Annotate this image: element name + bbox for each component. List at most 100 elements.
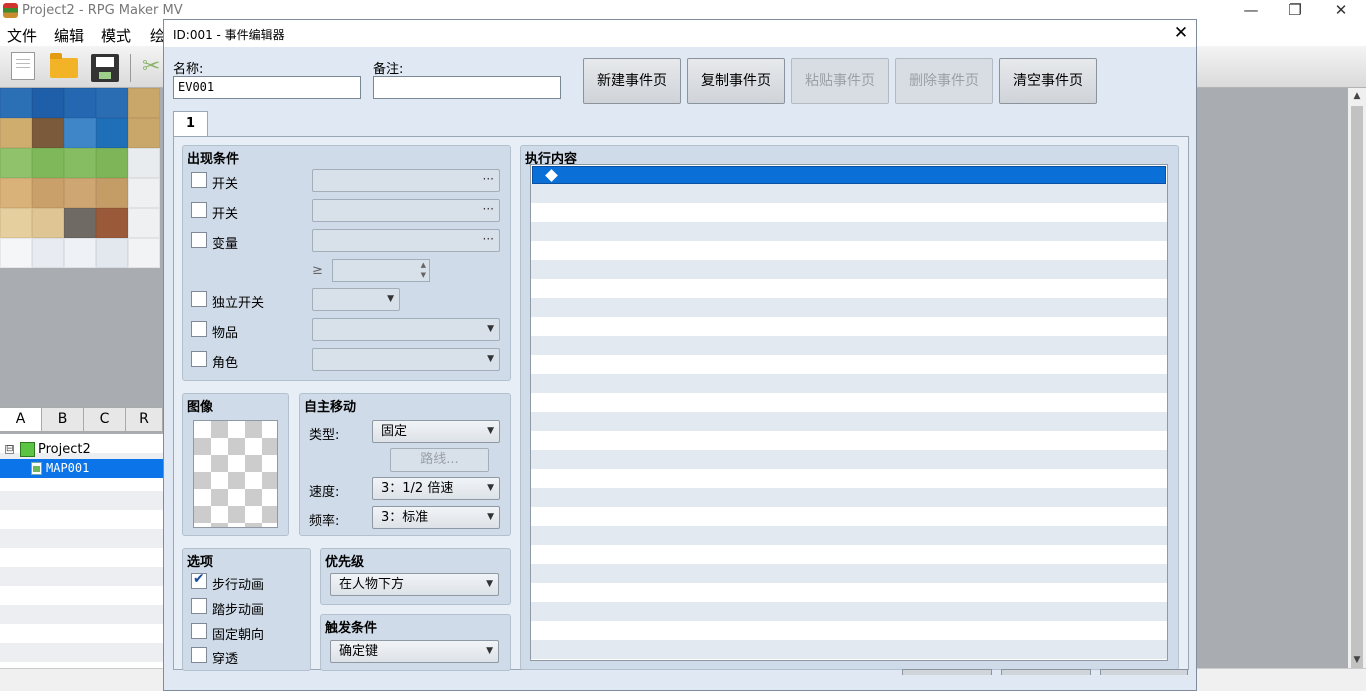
tile[interactable] (64, 238, 96, 268)
tile[interactable] (32, 88, 64, 118)
tile[interactable] (64, 208, 96, 238)
save-project-icon[interactable] (91, 54, 119, 82)
item-checkbox[interactable] (191, 321, 207, 337)
tile[interactable] (0, 118, 32, 148)
variable-value-spinner[interactable]: ▲ ▼ (332, 259, 430, 282)
name-input[interactable]: EV001 (173, 76, 361, 99)
collapse-icon[interactable]: ⊟ (5, 445, 14, 454)
chevron-down-icon: ▼ (387, 294, 394, 304)
new-project-icon[interactable] (11, 52, 35, 80)
tile[interactable] (64, 148, 96, 178)
tile[interactable] (128, 118, 160, 148)
menu-file[interactable]: 文件 (7, 25, 37, 46)
tile[interactable] (128, 178, 160, 208)
tab-page-1[interactable]: 1 (173, 111, 208, 137)
switch2-picker[interactable]: ··· (312, 199, 500, 222)
tile[interactable] (64, 178, 96, 208)
stepping-animation-checkbox[interactable] (191, 598, 207, 614)
through-checkbox[interactable] (191, 647, 207, 663)
tab-b[interactable]: B (42, 408, 84, 431)
tile[interactable] (128, 238, 160, 268)
tile[interactable] (32, 208, 64, 238)
tile[interactable] (64, 88, 96, 118)
tile[interactable] (96, 118, 128, 148)
clear-page-button[interactable]: 清空事件页 (999, 58, 1097, 104)
actor-checkbox[interactable] (191, 351, 207, 367)
tab-c[interactable]: C (84, 408, 126, 431)
switch1-label: 开关 (212, 177, 239, 192)
chevron-down-icon: ▼ (487, 483, 494, 493)
actor-select[interactable]: ▼ (312, 348, 500, 371)
variable-checkbox[interactable] (191, 232, 207, 248)
switch1-picker[interactable]: ··· (312, 169, 500, 192)
tile[interactable] (96, 148, 128, 178)
tree-project-row[interactable]: ⊟ Project2 (0, 440, 163, 459)
speed-select[interactable]: 3：1/2 倍速 ▼ (372, 477, 500, 500)
cancel-button[interactable] (1001, 669, 1091, 675)
tile[interactable] (128, 208, 160, 238)
tab-a[interactable]: A (0, 408, 42, 431)
ok-button[interactable] (902, 669, 992, 675)
tile[interactable] (0, 88, 32, 118)
close-window-button[interactable]: ✕ (1318, 0, 1364, 22)
note-input[interactable] (373, 76, 561, 99)
conditions-group: 出现条件 开关 ··· 开关 ··· 变量 ··· ≥ ▲ ▼ 独立开关 ▼ 物… (182, 145, 511, 381)
tile[interactable] (96, 238, 128, 268)
tab-r[interactable]: R (126, 408, 163, 431)
command-list[interactable] (530, 164, 1168, 661)
delete-page-button[interactable]: 删除事件页 (895, 58, 993, 104)
switch2-checkbox[interactable] (191, 202, 207, 218)
app-title: Project2 - RPG Maker MV (22, 3, 183, 18)
command-row-selected[interactable] (532, 166, 1166, 184)
trigger-select[interactable]: 确定键 ▼ (330, 640, 499, 663)
cut-icon[interactable]: ✂ (142, 56, 164, 80)
tile[interactable] (0, 178, 32, 208)
frequency-select[interactable]: 3：标准 ▼ (372, 506, 500, 529)
tile[interactable] (0, 238, 32, 268)
tile[interactable] (32, 178, 64, 208)
apply-button[interactable] (1100, 669, 1188, 675)
tile[interactable] (96, 88, 128, 118)
tile[interactable] (96, 178, 128, 208)
tile[interactable] (0, 208, 32, 238)
priority-select[interactable]: 在人物下方 ▼ (330, 573, 499, 596)
open-project-icon[interactable] (50, 53, 78, 78)
tileset-palette[interactable] (0, 88, 163, 271)
item-select[interactable]: ▼ (312, 318, 500, 341)
conditions-title: 出现条件 (187, 152, 240, 167)
dialog-close-icon[interactable]: ✕ (1170, 22, 1192, 44)
tile[interactable] (0, 148, 32, 178)
movement-type-select[interactable]: 固定 ▼ (372, 420, 500, 443)
restore-button[interactable]: ❐ (1272, 0, 1318, 22)
tile[interactable] (96, 208, 128, 238)
image-preview[interactable] (193, 420, 278, 528)
variable-picker[interactable]: ··· (312, 229, 500, 252)
vertical-scrollbar[interactable]: ▲ ▼ (1348, 88, 1366, 691)
tree-map-row[interactable]: MAP001 (0, 459, 163, 478)
spin-up-icon[interactable]: ▲ (421, 261, 426, 269)
tile[interactable] (32, 148, 64, 178)
direction-fix-checkbox[interactable] (191, 623, 207, 639)
scroll-up-icon[interactable]: ▲ (1348, 88, 1366, 104)
spin-down-icon[interactable]: ▼ (421, 271, 426, 279)
tile[interactable] (128, 88, 160, 118)
minimize-button[interactable]: — (1228, 0, 1274, 22)
tile[interactable] (32, 238, 64, 268)
self-switch-checkbox[interactable] (191, 291, 207, 307)
menu-edit[interactable]: 编辑 (54, 25, 84, 46)
self-switch-select[interactable]: ▼ (312, 288, 400, 311)
paste-page-button[interactable]: 粘贴事件页 (791, 58, 889, 104)
switch1-checkbox[interactable] (191, 172, 207, 188)
scroll-down-icon[interactable]: ▼ (1348, 652, 1366, 668)
new-page-button[interactable]: 新建事件页 (583, 58, 681, 104)
tile[interactable] (64, 118, 96, 148)
tile[interactable] (128, 148, 160, 178)
walking-animation-checkbox[interactable] (191, 571, 207, 589)
map-canvas[interactable] (1195, 88, 1348, 665)
walking-animation-label: 步行动画 (212, 578, 265, 593)
tile[interactable] (32, 118, 64, 148)
menu-mode[interactable]: 模式 (101, 25, 131, 46)
scroll-thumb[interactable] (1351, 106, 1363, 691)
copy-page-button[interactable]: 复制事件页 (687, 58, 785, 104)
route-button[interactable]: 路线... (390, 448, 489, 472)
